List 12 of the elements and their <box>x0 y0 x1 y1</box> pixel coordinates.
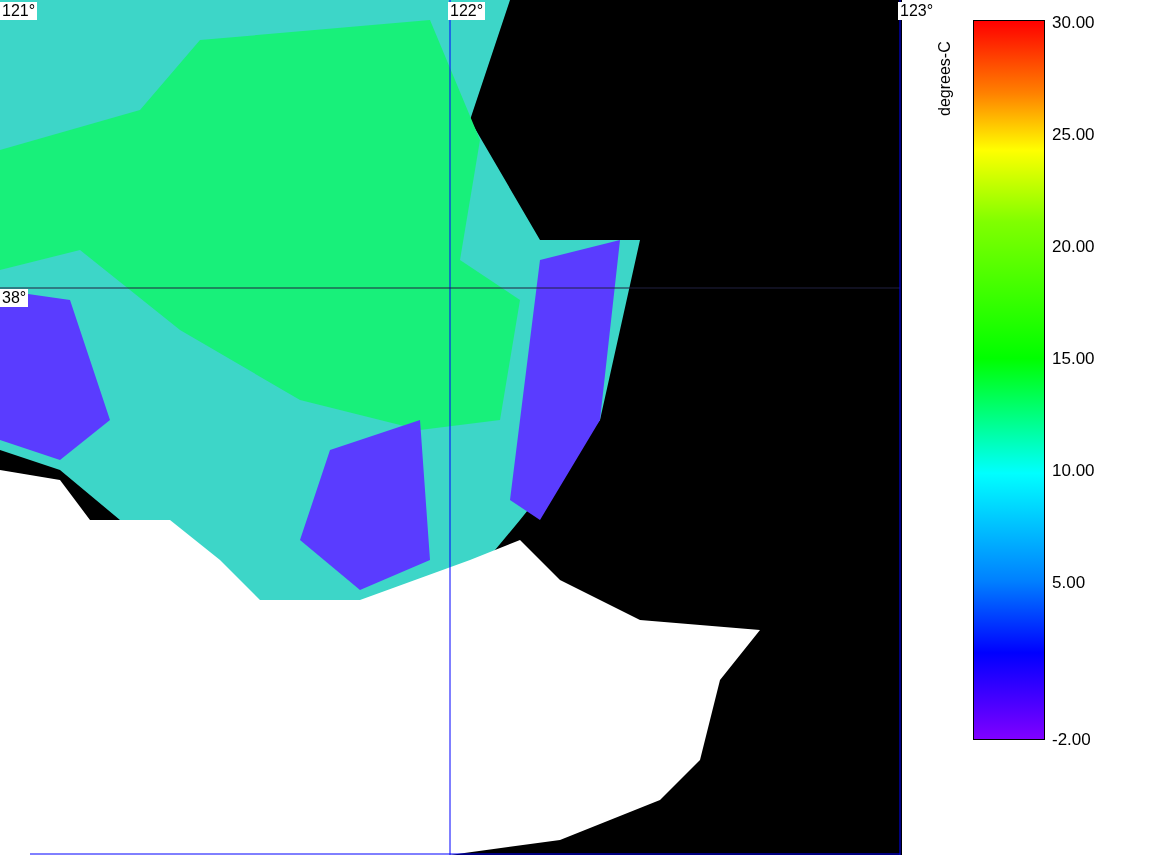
colorbar-title: degrees-C <box>936 41 954 116</box>
colorbar-tick-label: 15.00 <box>1052 349 1095 369</box>
longitude-label: 122° <box>448 2 486 20</box>
colorbar-tick-label: 25.00 <box>1052 125 1095 145</box>
latitude-label: 38° <box>0 289 29 307</box>
colorbar-tick-label: 30.00 <box>1052 13 1095 33</box>
longitude-label: 123° <box>898 2 936 20</box>
colorbar-tick-label: -2.00 <box>1052 730 1091 750</box>
colorbar-tick-label: 20.00 <box>1052 237 1095 257</box>
colorbar-tick-label: 10.00 <box>1052 461 1095 481</box>
colorbar-tick-label: 5.00 <box>1052 573 1086 593</box>
longitude-label: 121° <box>0 2 38 20</box>
